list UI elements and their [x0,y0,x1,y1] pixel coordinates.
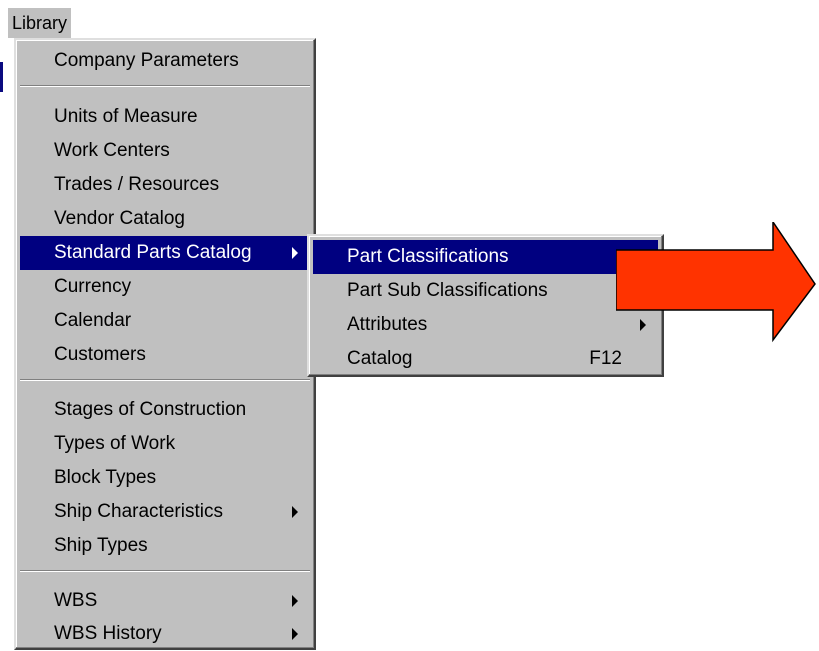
menu-item-label: Standard Parts Catalog [54,242,252,263]
menu-item-label: WBS [54,590,98,611]
menu-separator [20,85,310,87]
menu-item-company-parameters[interactable]: Company Parameters [20,44,310,78]
window-edge [0,62,3,92]
menu-item-stages-of-construction[interactable]: Stages of Construction [20,393,310,427]
menu-item-trades-resources[interactable]: Trades / Resources [20,168,310,202]
menu-item-calendar[interactable]: Calendar [20,304,310,338]
menu-item-label: Ship Characteristics [54,501,223,522]
submenu-item-part-classifications[interactable]: Part Classifications [313,240,658,274]
menu-item-types-of-work[interactable]: Types of Work [20,427,310,461]
menu-separator [20,570,310,572]
menu-separator [20,379,310,381]
menu-item-vendor-catalog[interactable]: Vendor Catalog [20,202,310,236]
menu-item-wbs-history[interactable]: WBS History [20,617,310,651]
submenu-arrow-icon [292,628,298,640]
submenu-arrow-icon [292,595,298,607]
submenu-arrow-icon [292,247,298,259]
menu-item-work-centers[interactable]: Work Centers [20,134,310,168]
menu-item-ship-characteristics[interactable]: Ship Characteristics [20,495,310,529]
submenu-item-catalog[interactable]: Catalog F12 [313,342,658,376]
menu-item-standard-parts-catalog[interactable]: Standard Parts Catalog [20,236,310,270]
menu-item-label: Catalog [347,348,413,369]
standard-parts-submenu: Part Classifications Part Sub Classifica… [307,234,664,377]
submenu-item-part-sub-classifications[interactable]: Part Sub Classifications [313,274,658,308]
submenu-arrow-icon [292,506,298,518]
menu-item-block-types[interactable]: Block Types [20,461,310,495]
menu-item-wbs[interactable]: WBS [20,584,310,618]
menu-item-label: WBS History [54,623,162,644]
menu-item-customers[interactable]: Customers [20,338,310,372]
menu-item-units-of-measure[interactable]: Units of Measure [20,100,310,134]
menu-item-ship-types[interactable]: Ship Types [20,529,310,563]
menu-item-currency[interactable]: Currency [20,270,310,304]
menu-library[interactable]: Library [8,8,72,38]
submenu-item-attributes[interactable]: Attributes [313,308,658,342]
menu-item-label: Attributes [347,314,428,335]
red-arrow-icon [616,222,816,343]
library-menu: Company Parameters Units of Measure Work… [14,38,316,650]
